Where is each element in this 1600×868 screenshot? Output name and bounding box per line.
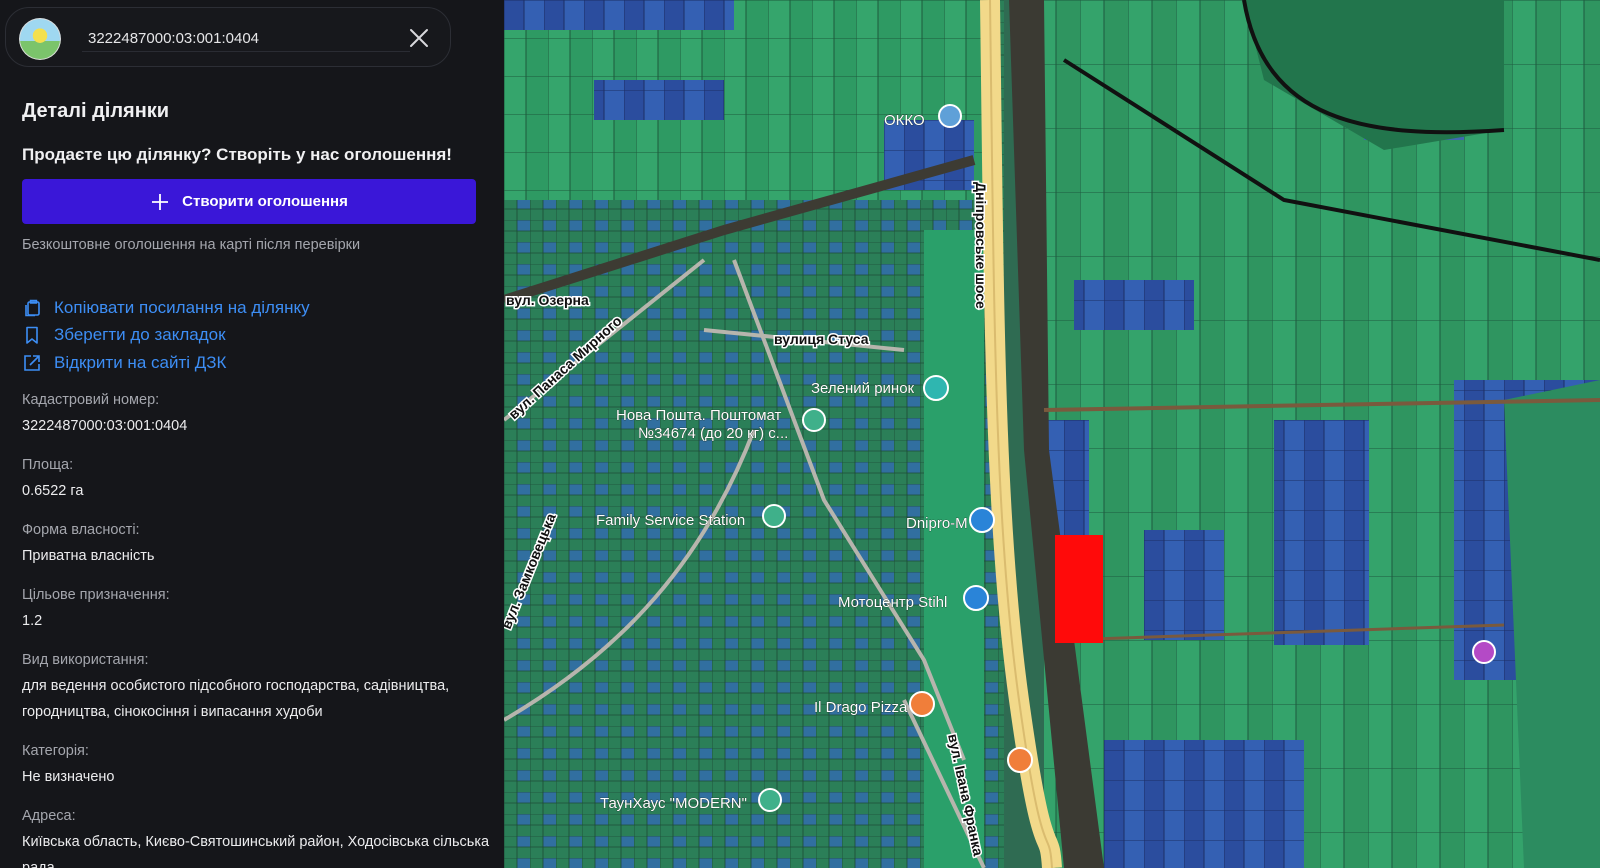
field-value: Приватна власність [22,548,155,564]
field-value: Київська область, Києво-Святошинський ра… [22,834,490,868]
field-label: Адреса: [22,808,76,824]
search-input[interactable] [82,25,410,52]
field-value: 1.2 [22,613,43,629]
field-cadastral: Кадастровий номер: 3222487000:03:001:040… [22,390,492,439]
pizza-marker[interactable] [909,691,935,717]
field-value: Не визначено [22,769,115,785]
map-blue-field-5 [1104,740,1304,868]
copy-link-label: Копіювати посилання на ділянку [54,297,310,317]
map-canvas[interactable]: ОККО Дніпровське шосе вул. Озерна вулиця… [504,0,1600,868]
copy-link-action[interactable]: Копіювати посилання на ділянку [22,294,310,322]
field-label: Форма власності: [22,522,140,538]
map-label-zeleny: Зелений ринок [811,380,915,397]
map-label-moto: Мотоцентр Stihl [838,594,947,611]
map-label-taunhaus: ТаунХаус "MODERN" [600,795,747,812]
field-usage: Вид використання: для ведення особистого… [22,650,492,725]
app-logo-icon[interactable] [19,18,61,60]
map-blue-field-2 [1144,530,1224,640]
field-value: 3222487000:03:001:0404 [22,418,188,434]
selected-parcel[interactable] [1055,535,1103,643]
plus-icon [152,193,169,210]
okko-marker[interactable] [938,104,962,128]
map-label-pizza: Il Drago Pizza [814,699,908,716]
close-icon[interactable] [406,25,432,51]
taunhaus-marker[interactable] [758,788,782,812]
map-view[interactable]: ОККО Дніпровське шосе вул. Озерна вулиця… [504,0,1600,868]
map-label-novaposhta-2: №34674 (до 20 кг) с... [638,425,788,442]
field-value: для ведення особистого підсобного господ… [22,678,450,720]
copy-icon [25,299,40,317]
bookmark-label: Зберегти до закладок [54,325,226,345]
parcel-fields: Кадастровий номер: 3222487000:03:001:040… [22,390,492,868]
promo-title: Продаєте цю ділянку? Створіть у нас огол… [22,145,452,164]
map-label-ozerna: вул. Озерна [506,292,589,308]
field-ownership: Форма власності: Приватна власність [22,520,492,569]
field-address: Адреса: Київська область, Києво-Святошин… [22,806,492,868]
details-sidebar: Деталі ділянки Продаєте цю ділянку? Ство… [0,0,504,868]
promo-note: Безкоштовне оголошення на карті після пе… [22,237,361,253]
map-blue-field-4 [1074,280,1194,330]
field-label: Кадастровий номер: [22,392,160,408]
parcel-actions: Копіювати посилання на ділянку Зберегти … [22,294,310,377]
map-label-novaposhta-1: Нова Пошта. Поштомат [616,407,782,424]
moto-marker[interactable] [963,585,989,611]
map-blue-field-3 [1274,420,1369,645]
restaurant-marker[interactable] [1007,747,1033,773]
panel-title: Деталі ділянки [22,100,170,122]
market-marker[interactable] [923,375,949,401]
create-listing-label: Створити оголошення [182,193,348,210]
field-label: Площа: [22,457,74,473]
family-marker[interactable] [762,504,786,528]
search-bar [5,7,451,67]
create-listing-button[interactable]: Створити оголошення [22,179,476,224]
map-label-family: Family Service Station [596,512,745,529]
open-dzk-label: Відкрити на сайті ДЗК [54,352,227,372]
external-link-icon [24,354,40,371]
field-area: Площа: 0.6522 га [22,455,492,504]
field-label: Категорія: [22,743,89,759]
map-blue-block-2 [504,0,734,30]
map-label-dniprovske: Дніпровське шосе [973,182,989,309]
field-category: Категорія: Не визначено [22,741,492,790]
map-label-okko: ОККО [884,112,925,129]
field-value: 0.6522 га [22,483,84,499]
map-blue-block-1 [594,80,724,120]
open-dzk-action[interactable]: Відкрити на сайті ДЗК [22,349,310,377]
field-label: Цільове призначення: [22,587,170,603]
bookmark-icon [26,326,38,345]
novaposhta-marker[interactable] [802,408,826,432]
hotel-marker[interactable] [1472,640,1496,664]
field-label: Вид використання: [22,652,149,668]
bookmark-action[interactable]: Зберегти до закладок [22,322,310,350]
map-label-dniprom: Dnipro-M [906,515,968,532]
field-purpose: Цільове призначення: 1.2 [22,585,492,634]
dniprom-marker[interactable] [969,507,995,533]
map-label-stusa: вулиця Стуса [774,331,869,347]
